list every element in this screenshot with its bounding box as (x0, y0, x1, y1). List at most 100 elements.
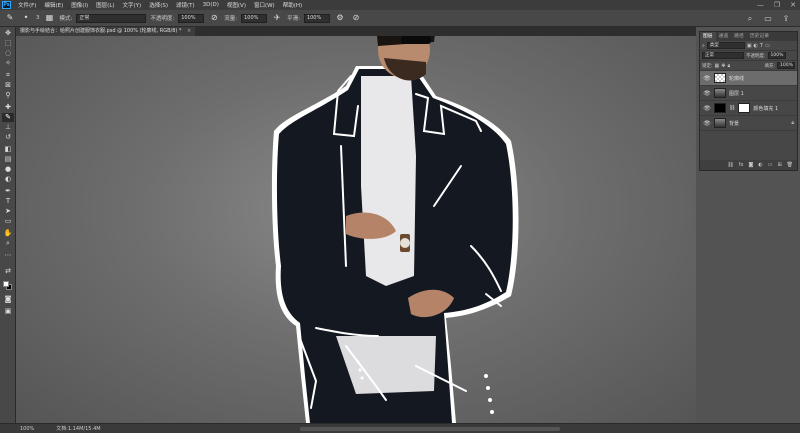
visibility-eye-icon[interactable]: 👁︎ (703, 120, 711, 127)
menu-select[interactable]: 选择(S) (145, 1, 172, 9)
swap-colors-icon[interactable]: ⇄ (2, 267, 14, 276)
brush-tool-icon[interactable]: ✎ (2, 113, 14, 122)
mode-select[interactable]: 正常 (76, 13, 147, 23)
layer-row-background[interactable]: 👁︎ 背景 🔒︎ (700, 116, 797, 131)
menu-type[interactable]: 文字(Y) (119, 1, 146, 9)
layer-row-color-fill[interactable]: 👁︎ ⛓ 颜色填充 1 (700, 101, 797, 116)
fill-label: 填充: (764, 63, 775, 69)
layer-row-layer1[interactable]: 👁︎ 图层 1 (700, 86, 797, 101)
new-group-icon[interactable]: ▭ (768, 162, 773, 168)
new-layer-icon[interactable]: ⊞ (777, 162, 781, 168)
menu-file[interactable]: 文件(F) (14, 1, 40, 9)
pressure-size-icon[interactable]: ⊘ (350, 12, 362, 24)
more-tools-icon[interactable]: ⋯ (2, 251, 14, 260)
quick-mask-icon[interactable]: ◙ (2, 295, 14, 304)
quick-select-tool-icon[interactable]: ✧ (2, 59, 14, 68)
pressure-opacity-icon[interactable]: ⊘ (208, 12, 220, 24)
smoothing-input[interactable]: 100% (303, 13, 330, 23)
layer-row-outline[interactable]: 👁︎ 轮廓线 (700, 71, 797, 86)
path-selection-tool-icon[interactable]: ➤ (2, 207, 14, 216)
brush-tool-preset-icon[interactable]: ✎ (4, 12, 16, 24)
opacity-input[interactable]: 100% (178, 13, 205, 23)
adjustment-layer-icon[interactable]: ◐ (758, 162, 762, 168)
marquee-tool-icon[interactable]: ⬚ (2, 39, 14, 48)
search-icon[interactable]: ⌕ (744, 13, 756, 25)
tab-paths[interactable]: 路径 (731, 32, 747, 41)
visibility-eye-icon[interactable]: 👁︎ (703, 75, 711, 82)
layer-name: 图层 1 (729, 90, 744, 97)
history-brush-tool-icon[interactable]: ↺ (2, 133, 14, 142)
menu-view[interactable]: 视图(V) (223, 1, 250, 9)
filter-type-icon[interactable]: T (760, 43, 763, 49)
menu-filter[interactable]: 滤镜(T) (172, 1, 199, 9)
eraser-tool-icon[interactable]: ◧ (2, 145, 14, 154)
pen-tool-icon[interactable]: ✒ (2, 187, 14, 196)
flow-input[interactable]: 100% (241, 13, 268, 23)
visibility-eye-icon[interactable]: 👁︎ (703, 90, 711, 97)
layer-filter-select[interactable]: 类型 (706, 42, 745, 49)
menu-help[interactable]: 帮助(H) (279, 1, 306, 9)
layer-style-icon[interactable]: fx (739, 162, 744, 168)
menu-window[interactable]: 窗口(W) (250, 1, 279, 9)
hand-tool-icon[interactable]: ✋ (2, 229, 14, 238)
lasso-tool-icon[interactable]: ◌ (2, 49, 14, 58)
rectangle-tool-icon[interactable]: ▭ (2, 217, 14, 226)
tab-layers[interactable]: 图层 (700, 32, 716, 41)
workspace-icon[interactable]: ▭ (762, 13, 774, 25)
lock-pixels-icon[interactable]: ▦ (715, 63, 720, 69)
layer-opacity-input[interactable]: 100% (767, 52, 786, 59)
document-tab[interactable]: 摄影与手绘结合：给照片创建服饰衣服.psd @ 100% (轮廓线, RGB/8… (16, 27, 196, 36)
dodge-tool-icon[interactable]: ◐ (2, 175, 14, 184)
lock-all-icon[interactable]: 🔒︎ (727, 63, 730, 69)
move-tool-icon[interactable]: ✥ (2, 29, 14, 38)
zoom-level[interactable]: 100% (20, 426, 34, 432)
document-canvas[interactable] (16, 36, 696, 423)
add-mask-icon[interactable]: ◙ (748, 162, 753, 168)
clone-stamp-tool-icon[interactable]: ⊥ (2, 123, 14, 132)
tab-history[interactable]: 历史记录 (747, 32, 772, 41)
menu-3d[interactable]: 3D(D) (199, 2, 223, 8)
filter-shape-icon[interactable]: ▭ (765, 43, 770, 49)
smoothing-settings-icon[interactable]: ⚙ (334, 12, 346, 24)
menu-edit[interactable]: 编辑(E) (40, 1, 67, 9)
screen-mode-icon[interactable]: ▣ (2, 307, 14, 316)
lock-icon[interactable]: 🔒︎ (791, 120, 794, 126)
menu-bar: Ps 文件(F) 编辑(E) 图像(I) 图层(L) 文字(Y) 选择(S) 滤… (0, 0, 800, 10)
brush-settings-icon[interactable]: ▦ (44, 12, 56, 24)
close-window-button[interactable]: ✕ (790, 1, 796, 9)
visibility-eye-icon[interactable]: 👁︎ (703, 105, 711, 112)
frame-tool-icon[interactable]: ⊠ (2, 81, 14, 90)
gradient-tool-icon[interactable]: ▤ (2, 155, 14, 164)
menu-layer[interactable]: 图层(L) (92, 1, 118, 9)
link-layers-icon[interactable]: ⛓ (727, 162, 733, 168)
share-icon[interactable]: ⇪ (780, 13, 792, 25)
crop-tool-icon[interactable]: ⌗ (2, 71, 14, 80)
blend-mode-select[interactable]: 正常 (702, 52, 744, 59)
filter-adjust-icon[interactable]: ◐ (754, 43, 758, 49)
lock-position-icon[interactable]: ✥ (721, 63, 725, 69)
type-tool-icon[interactable]: T (2, 197, 14, 206)
zoom-tool-icon[interactable]: ⌕ (2, 239, 14, 248)
link-icon[interactable]: ⛓ (729, 105, 735, 111)
airbrush-icon[interactable]: ✈ (271, 12, 283, 24)
close-tab-icon[interactable]: × (187, 28, 191, 34)
foreground-color-swatch[interactable] (3, 281, 9, 287)
fill-input[interactable]: 100% (777, 62, 795, 69)
eyedropper-tool-icon[interactable]: ⚲ (2, 91, 14, 100)
menu-image[interactable]: 图像(I) (67, 1, 92, 9)
tab-channels[interactable]: 通道 (716, 32, 732, 41)
filter-search-icon: ⌕ (702, 42, 705, 49)
healing-brush-tool-icon[interactable]: ✚ (2, 103, 14, 112)
blur-tool-icon[interactable]: ● (2, 165, 14, 174)
brush-size-picker[interactable]: • (20, 12, 32, 24)
delete-layer-icon[interactable]: 🗑︎ (787, 162, 793, 168)
minimize-button[interactable]: — (757, 1, 764, 9)
layer-mask-thumbnail[interactable] (738, 103, 751, 113)
options-bar: ✎ • 3 ▦ 模式: 正常 不透明度: 100% ⊘ 流量: 100% ✈ 平… (0, 10, 800, 27)
smoothing-label: 平滑: (287, 16, 300, 22)
maximize-button[interactable]: ❐ (774, 1, 780, 9)
horizontal-scrollbar[interactable] (300, 427, 560, 431)
opacity-label: 不透明度: (150, 16, 175, 22)
filter-pixel-icon[interactable]: ▣ (747, 43, 752, 49)
document-info: 文档:1.14M/15.4M (56, 426, 101, 432)
